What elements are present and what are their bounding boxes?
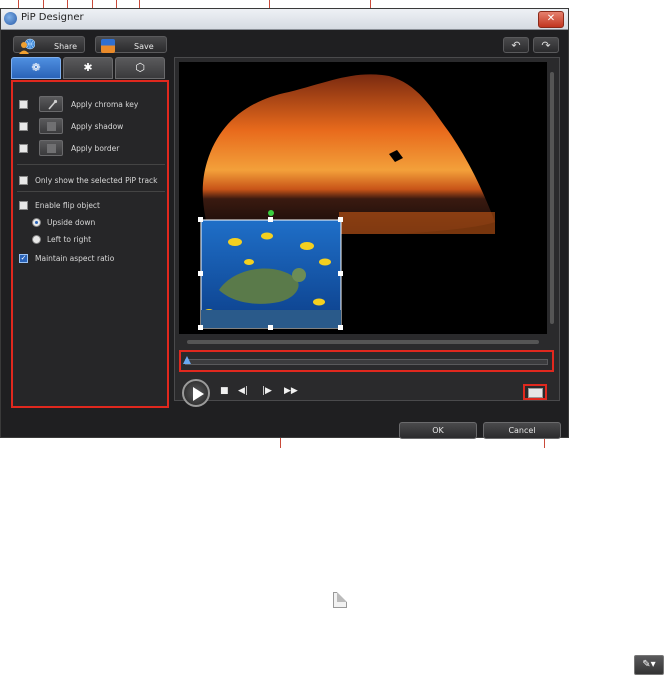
fish: [319, 258, 331, 266]
chroma-key-checkbox[interactable]: [19, 100, 28, 109]
stop-button[interactable]: ■: [220, 386, 229, 396]
divider: [17, 164, 165, 165]
designer-tabs: ❁ ✱ ⬡: [11, 57, 167, 79]
play-button[interactable]: [182, 379, 210, 407]
save-button[interactable]: Save: [95, 36, 167, 53]
pip-designer-window: PiP Designer ✕ Share Save ↶ ↷ ❁ ✱ ⬡ Appl…: [0, 8, 569, 439]
fish: [300, 242, 314, 250]
document-icon: [333, 592, 347, 608]
upside-down-radio[interactable]: [32, 218, 41, 227]
enable-flip-checkbox[interactable]: [19, 201, 28, 210]
tab-mask[interactable]: ⬡: [115, 57, 165, 79]
border-label: Apply border: [71, 144, 120, 153]
app-icon: [4, 12, 17, 25]
only-selected-track-option[interactable]: Only show the selected PiP track: [19, 174, 163, 188]
horizontal-scrollbar[interactable]: [179, 338, 547, 346]
ok-button[interactable]: OK: [399, 422, 477, 439]
border-settings-button[interactable]: [39, 140, 63, 156]
vertical-scrollbar[interactable]: [548, 62, 556, 334]
eyedropper-icon: [48, 99, 58, 110]
window-title: PiP Designer: [21, 12, 84, 23]
share-label: Share: [54, 42, 78, 51]
fish: [261, 232, 273, 240]
resize-handle: [338, 217, 343, 222]
resize-handle: [338, 325, 343, 330]
only-selected-track-checkbox[interactable]: [19, 176, 28, 185]
cancel-button[interactable]: Cancel: [483, 422, 561, 439]
timeline-track[interactable]: [185, 359, 548, 365]
enable-flip-label: Enable flip object: [35, 201, 100, 210]
fish: [228, 238, 242, 246]
edit-pen-dropdown-icon: ✎▾: [634, 655, 664, 675]
rotate-handle: [268, 210, 274, 216]
mask-icon: ⬡: [135, 61, 145, 74]
resize-handle: [268, 325, 273, 330]
left-to-right-label: Left to right: [47, 235, 92, 244]
tab-properties[interactable]: ❁: [11, 57, 61, 79]
border-swatch-icon: [47, 144, 56, 153]
upside-down-option[interactable]: Upside down: [19, 216, 159, 230]
only-selected-track-label: Only show the selected PiP track: [35, 176, 158, 185]
turtle-head: [292, 268, 306, 282]
fish: [244, 259, 254, 265]
undo-button[interactable]: ↶: [503, 37, 529, 53]
timeline-slider[interactable]: [179, 350, 554, 372]
preview-image: [198, 74, 495, 330]
fast-forward-button[interactable]: ▶▶: [284, 386, 298, 396]
next-frame-button[interactable]: |▶: [262, 386, 272, 396]
resize-handle: [268, 217, 273, 222]
border-checkbox[interactable]: [19, 144, 28, 153]
save-label: Save: [134, 42, 154, 51]
close-button[interactable]: ✕: [538, 11, 564, 28]
resize-handle: [198, 325, 203, 330]
motion-path-icon: ✱: [83, 61, 93, 74]
tab-motion[interactable]: ✱: [63, 57, 113, 79]
snowflake-settings-icon: ❁: [31, 61, 41, 74]
shadow-label: Apply shadow: [71, 122, 124, 131]
callout-line-1: [18, 0, 19, 8]
border-option[interactable]: Apply border: [19, 140, 159, 156]
chroma-key-label: Apply chroma key: [71, 100, 139, 109]
shadow-settings-button[interactable]: [39, 118, 63, 134]
redo-button[interactable]: ↷: [533, 37, 559, 53]
resize-handle: [198, 271, 203, 276]
scroll-thumb[interactable]: [187, 340, 539, 344]
shadow-option[interactable]: Apply shadow: [19, 118, 159, 134]
save-icon: [101, 39, 115, 53]
preview-canvas[interactable]: [179, 62, 547, 334]
title-bar: PiP Designer ✕: [1, 9, 568, 30]
left-to-right-radio[interactable]: [32, 235, 41, 244]
enable-flip-option[interactable]: Enable flip object: [19, 199, 159, 213]
maintain-aspect-label: Maintain aspect ratio: [35, 254, 115, 263]
maintain-aspect-option[interactable]: ✓ Maintain aspect ratio: [19, 252, 159, 266]
display-mode-button[interactable]: [523, 384, 547, 400]
resize-handle: [338, 271, 343, 276]
fish: [313, 298, 325, 306]
share-button[interactable]: Share: [13, 36, 85, 54]
upside-down-label: Upside down: [47, 218, 96, 227]
maintain-aspect-checkbox[interactable]: ✓: [19, 254, 28, 263]
monitor-icon: [528, 388, 543, 398]
cave-opening: [202, 74, 495, 235]
shadow-checkbox[interactable]: [19, 122, 28, 131]
scroll-thumb[interactable]: [550, 72, 554, 324]
chroma-key-option[interactable]: Apply chroma key: [19, 96, 159, 112]
resize-handle: [198, 217, 203, 222]
chroma-key-picker-button[interactable]: [39, 96, 63, 112]
properties-panel: Apply chroma key Apply shadow Apply bord…: [11, 80, 169, 408]
divider: [17, 191, 165, 192]
shadow-swatch-icon: [47, 122, 56, 131]
playhead-marker[interactable]: [183, 356, 191, 364]
previous-frame-button[interactable]: ◀|: [238, 386, 248, 396]
share-icon: [19, 38, 35, 54]
sea-reflection: [339, 212, 495, 234]
left-to-right-option[interactable]: Left to right: [19, 233, 159, 247]
